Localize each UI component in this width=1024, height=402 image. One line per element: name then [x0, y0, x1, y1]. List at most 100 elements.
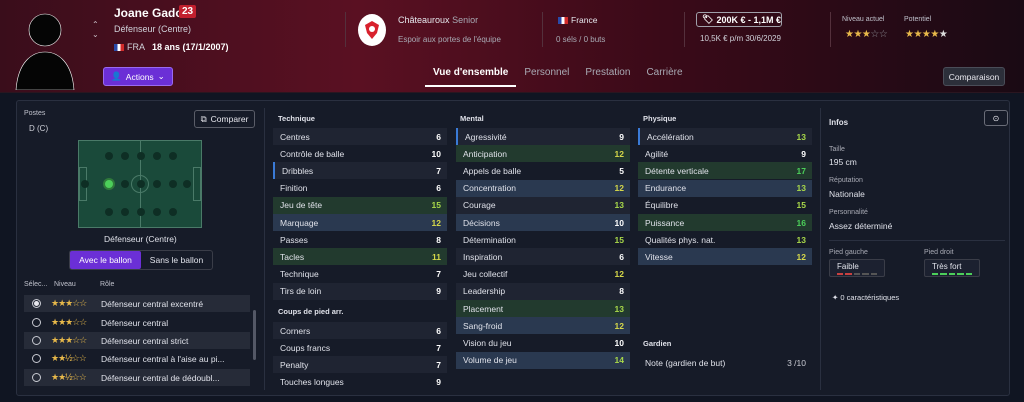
attribute-row[interactable]: Passes 8	[273, 231, 447, 248]
position-dot[interactable]	[105, 208, 113, 216]
comparison-button[interactable]: Comparaison	[943, 67, 1005, 86]
attribute-row[interactable]: Anticipation 12	[456, 145, 630, 163]
position-dot[interactable]	[137, 208, 145, 216]
position-dot[interactable]	[105, 152, 113, 160]
with-ball-button[interactable]: Avec le ballon	[70, 251, 141, 269]
right-foot-label: Pied droit	[924, 249, 954, 256]
person-info-icon[interactable]: ⊙	[984, 110, 1008, 126]
attribute-row[interactable]: Contrôle de balle 10	[273, 145, 447, 162]
attribute-row[interactable]: Marquage 12	[273, 214, 447, 231]
attribute-row[interactable]: Volume de jeu 14	[456, 351, 630, 369]
actions-button[interactable]: 👤 Actions ⌄	[103, 67, 173, 86]
traits[interactable]: ✦ 0 caractéristiques	[832, 293, 899, 302]
attribute-value: 12	[431, 217, 441, 228]
attribute-row[interactable]: Vitesse 12	[638, 248, 812, 266]
traits-text: 0 caractéristiques	[840, 293, 900, 302]
attribute-row[interactable]: Jeu de tête 15	[273, 196, 447, 214]
role-row[interactable]: ★★★☆☆ Défenseur central excentré	[24, 295, 250, 312]
attribute-row[interactable]: Détente verticale 17	[638, 162, 812, 180]
role-row[interactable]: ★★½☆☆ Défenseur central de dédoubl...	[24, 369, 250, 386]
attribute-row[interactable]: Agressivité 9	[456, 128, 630, 145]
attribute-row[interactable]: Agilité 9	[638, 145, 812, 162]
attribute-value: 13	[796, 234, 806, 245]
player-nav-arrows[interactable]: ⌃ ⌄	[92, 20, 99, 40]
right-foot-bars	[932, 273, 973, 275]
club-name-text: Châteauroux	[398, 15, 450, 25]
attribute-name: Marquage	[280, 217, 319, 228]
attribute-row[interactable]: Accélération 13	[638, 128, 812, 145]
role-list-scrollbar[interactable]	[253, 310, 256, 360]
attribute-row[interactable]: Équilibre 15	[638, 197, 812, 214]
role-row[interactable]: ★★★☆☆ Défenseur central strict	[24, 332, 250, 349]
position-dot[interactable]	[137, 152, 145, 160]
attribute-row[interactable]: Sang-froid 12	[456, 317, 630, 335]
tab-overview[interactable]: Vue d'ensemble	[425, 63, 517, 87]
tab-personal[interactable]: Personnel	[516, 63, 577, 87]
divider	[684, 12, 685, 47]
position-dot[interactable]	[121, 180, 129, 188]
position-dot[interactable]	[137, 180, 145, 188]
attribute-row[interactable]: Inspiration 6	[456, 248, 630, 266]
role-radio[interactable]	[32, 354, 41, 363]
attribute-row[interactable]: Penalty 7	[273, 356, 447, 374]
position-dot[interactable]	[81, 180, 89, 188]
attribute-row[interactable]: Touches longues 9	[273, 374, 447, 391]
position-dot[interactable]	[153, 152, 161, 160]
attribute-name: Placement	[463, 303, 504, 314]
height-value: 195 cm	[829, 157, 857, 167]
attribute-row[interactable]: Courage 13	[456, 196, 630, 214]
role-row[interactable]: ★★½☆☆ Défenseur central à l'aise au pi...	[24, 350, 250, 367]
attribute-row[interactable]: Endurance 13	[638, 179, 812, 197]
selected-position-name: Défenseur (Centre)	[104, 234, 177, 244]
attribute-row[interactable]: Corners 6	[273, 322, 447, 339]
info-divider	[829, 240, 1005, 241]
attribute-row[interactable]: Leadership 8	[456, 282, 630, 300]
attribute-row[interactable]: Centres 6	[273, 128, 447, 145]
attribute-value: 13	[796, 183, 806, 194]
role-row[interactable]: ★★★☆☆ Défenseur central	[24, 314, 250, 331]
tab-career[interactable]: Carrière	[638, 63, 690, 87]
club-name[interactable]: Châteauroux Senior	[398, 15, 478, 25]
attribute-row[interactable]: Décisions 10	[456, 214, 630, 231]
attribute-row[interactable]: Puissance 16	[638, 214, 812, 231]
attribute-row[interactable]: Technique 7	[273, 266, 447, 283]
without-ball-button[interactable]: Sans le ballon	[141, 251, 212, 269]
position-dot[interactable]	[153, 180, 161, 188]
role-radio[interactable]	[32, 373, 41, 382]
role-column-header[interactable]: Rôle	[100, 281, 114, 288]
goalkeeper-rating-row[interactable]: Note (gardien de but) 3 /10	[638, 354, 812, 371]
role-stars: ★★★☆☆	[51, 335, 87, 345]
position-dot[interactable]	[169, 180, 177, 188]
position-dot[interactable]	[169, 152, 177, 160]
attribute-row[interactable]: Tacles 11	[273, 248, 447, 266]
attribute-row[interactable]: Détermination 15	[456, 231, 630, 248]
attribute-value: 12	[614, 183, 624, 194]
attribute-row[interactable]: Placement 13	[456, 300, 630, 317]
attribute-row[interactable]: Jeu collectif 12	[456, 266, 630, 283]
attribute-row[interactable]: Concentration 12	[456, 179, 630, 197]
position-dot[interactable]	[121, 208, 129, 216]
position-dot[interactable]	[169, 208, 177, 216]
attribute-row[interactable]: Appels de balle 5	[456, 162, 630, 179]
club-logo[interactable]	[358, 14, 386, 46]
attribute-name: Leadership	[463, 286, 506, 297]
role-radio[interactable]	[32, 299, 41, 308]
compare-button[interactable]: ⧉ Comparer	[194, 110, 255, 128]
role-radio[interactable]	[32, 318, 41, 327]
attribute-row[interactable]: Dribbles 7	[273, 162, 447, 180]
reputation-label: Réputation	[829, 177, 863, 184]
attribute-row[interactable]: Tirs de loin 9	[273, 282, 447, 300]
position-dot-selected[interactable]	[105, 180, 113, 188]
select-column-header[interactable]: Sélec...	[24, 281, 47, 288]
attribute-row[interactable]: Vision du jeu 10	[456, 334, 630, 351]
position-dot[interactable]	[121, 152, 129, 160]
role-radio[interactable]	[32, 336, 41, 345]
tab-performance[interactable]: Prestation	[577, 63, 638, 87]
attribute-name: Vitesse	[645, 251, 673, 262]
attribute-row[interactable]: Finition 6	[273, 180, 447, 197]
level-column-header[interactable]: Niveau	[54, 281, 76, 288]
attribute-row[interactable]: Qualités phys. nat. 13	[638, 231, 812, 248]
position-dot[interactable]	[153, 208, 161, 216]
position-dot[interactable]	[183, 180, 191, 188]
attribute-row[interactable]: Coups francs 7	[273, 339, 447, 356]
